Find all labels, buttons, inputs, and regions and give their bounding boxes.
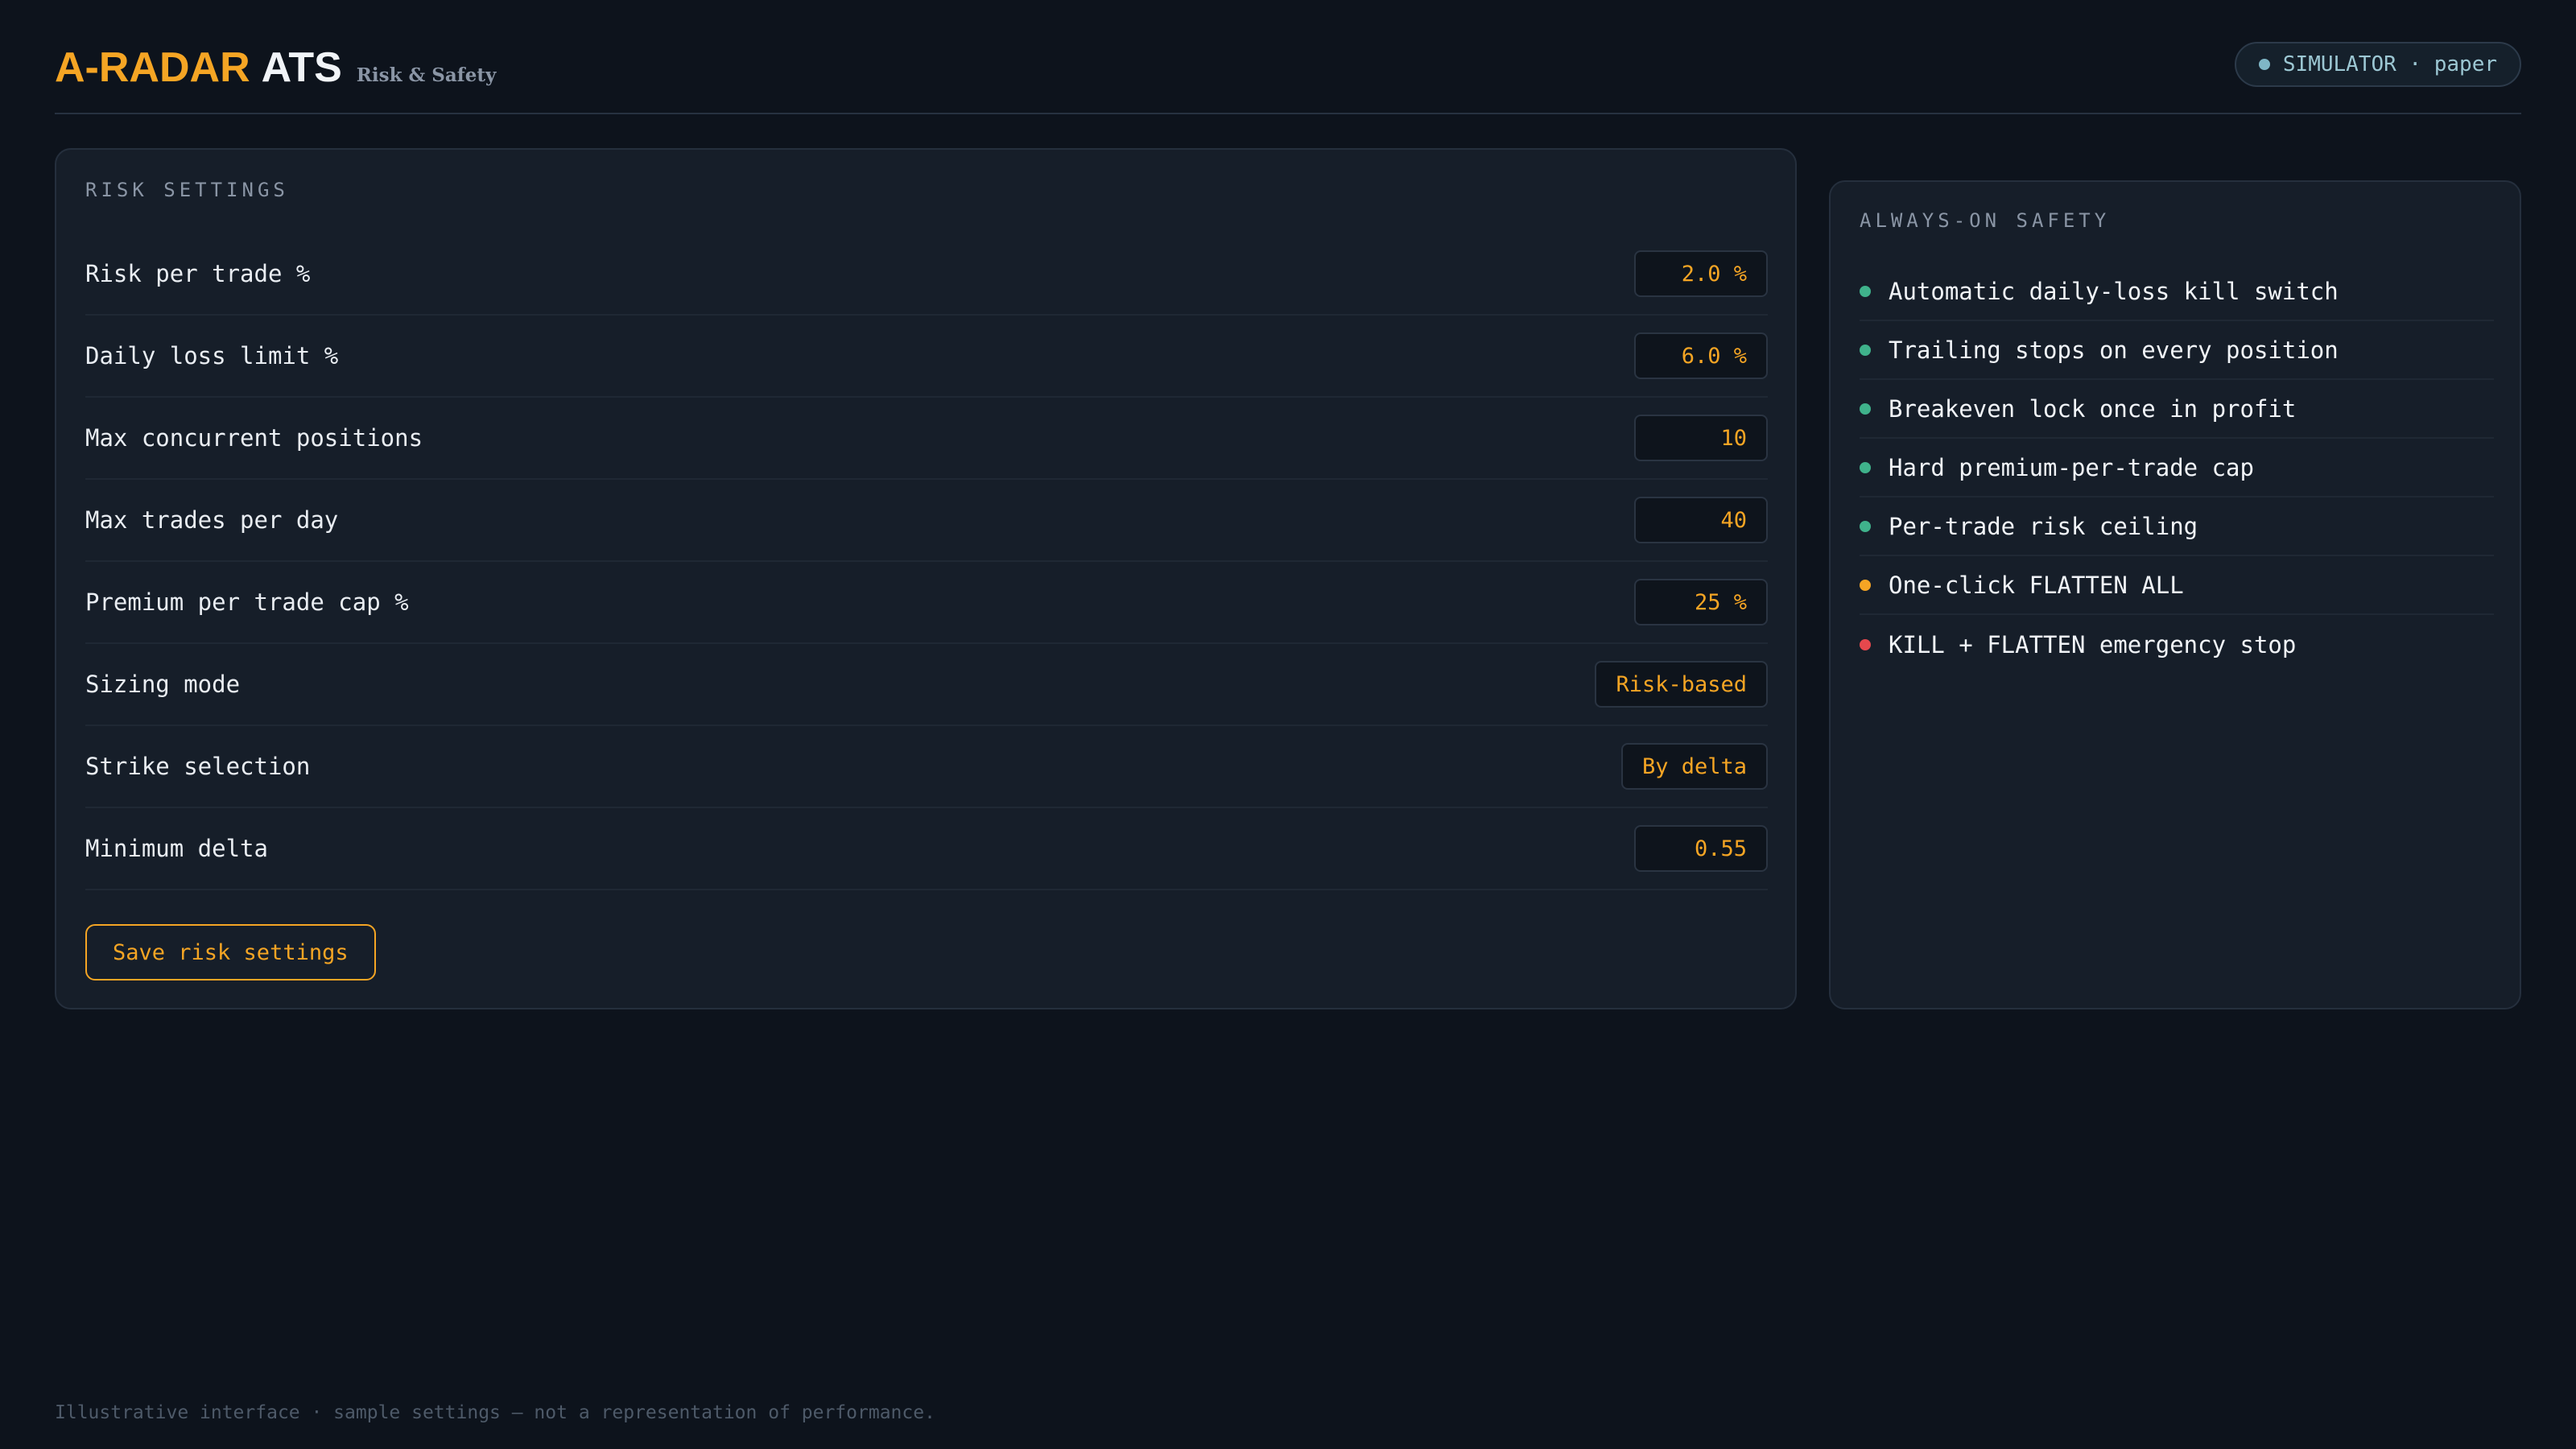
setting-label: Daily loss limit % — [85, 342, 339, 369]
setting-label: Max concurrent positions — [85, 424, 423, 452]
status-dot-icon — [1860, 344, 1871, 356]
safety-item-text: Per-trade risk ceiling — [1889, 512, 2198, 540]
sizing-mode-select[interactable]: Risk-based — [1595, 661, 1768, 708]
brand: A-RADAR ATS Risk & Safety — [55, 43, 496, 92]
status-dot-icon — [1860, 520, 1871, 532]
setting-label: Sizing mode — [85, 671, 241, 698]
mode-label: SIMULATOR · paper — [2282, 52, 2497, 76]
minimum-delta-input[interactable]: 0.55 — [1634, 825, 1768, 872]
setting-label: Premium per trade cap % — [85, 588, 409, 616]
list-item: KILL + FLATTEN emergency stop — [1860, 615, 2494, 674]
list-item: Hard premium-per-trade cap — [1860, 439, 2494, 497]
status-dot-icon — [1860, 579, 1871, 591]
setting-row-strike-selection: Strike selection By delta — [85, 726, 1768, 808]
safety-title: ALWAYS-ON SAFETY — [1860, 209, 2111, 232]
save-risk-settings-button[interactable]: Save risk settings — [85, 924, 376, 980]
safety-item-text: Automatic daily-loss kill switch — [1889, 277, 2339, 305]
list-item: One-click FLATTEN ALL — [1860, 556, 2494, 615]
footer-disclaimer: Illustrative interface · sample settings… — [55, 1402, 935, 1423]
setting-row-premium-cap: Premium per trade cap % 25 % — [85, 562, 1768, 644]
setting-label: Risk per trade % — [85, 260, 311, 287]
list-item: Trailing stops on every position — [1860, 321, 2494, 380]
always-on-safety-card: ALWAYS-ON SAFETY Automatic daily-loss ki… — [1829, 180, 2521, 1009]
setting-row-risk-per-trade: Risk per trade % 2.0 % — [85, 233, 1768, 316]
max-trades-per-day-input[interactable]: 40 — [1634, 497, 1768, 543]
status-dot-icon — [1860, 461, 1871, 473]
setting-row-minimum-delta: Minimum delta 0.55 — [85, 808, 1768, 890]
daily-loss-limit-input[interactable]: 6.0 % — [1634, 332, 1768, 379]
strike-selection-select[interactable]: By delta — [1620, 743, 1768, 790]
status-dot-icon — [1860, 285, 1871, 297]
premium-cap-input[interactable]: 25 % — [1634, 579, 1768, 625]
list-item: Per-trade risk ceiling — [1860, 497, 2494, 556]
safety-list: Automatic daily-loss kill switch Trailin… — [1860, 262, 2494, 674]
brand-name-secondary: ATS — [261, 44, 342, 91]
risk-per-trade-input[interactable]: 2.0 % — [1634, 250, 1768, 297]
list-item: Automatic daily-loss kill switch — [1860, 262, 2494, 321]
status-dot-icon — [1860, 402, 1871, 415]
max-concurrent-positions-input[interactable]: 10 — [1634, 415, 1768, 461]
list-item: Breakeven lock once in profit — [1860, 380, 2494, 439]
mode-badge: SIMULATOR · paper — [2234, 42, 2521, 87]
page-subtitle: Risk & Safety — [356, 64, 497, 86]
brand-name-primary: A-RADAR — [55, 44, 250, 91]
risk-settings-title: RISK SETTINGS — [85, 179, 289, 201]
risk-settings-card: RISK SETTINGS Risk per trade % 2.0 % Dai… — [55, 148, 1797, 1009]
setting-label: Max trades per day — [85, 506, 339, 534]
safety-item-text: Breakeven lock once in profit — [1889, 394, 2297, 423]
status-dot-icon — [2258, 59, 2270, 70]
setting-row-max-trades-per-day: Max trades per day 40 — [85, 480, 1768, 562]
setting-row-daily-loss-limit: Daily loss limit % 6.0 % — [85, 316, 1768, 398]
safety-item-text: Trailing stops on every position — [1889, 336, 2339, 364]
app-header: A-RADAR ATS Risk & Safety SIMULATOR · pa… — [55, 40, 2521, 114]
safety-item-text: KILL + FLATTEN emergency stop — [1889, 630, 2297, 658]
safety-item-text: Hard premium-per-trade cap — [1889, 453, 2254, 481]
setting-label: Strike selection — [85, 753, 311, 780]
setting-row-sizing-mode: Sizing mode Risk-based — [85, 644, 1768, 726]
risk-settings-list: Risk per trade % 2.0 % Daily loss limit … — [85, 233, 1768, 890]
setting-label: Minimum delta — [85, 835, 268, 862]
status-dot-icon — [1860, 638, 1871, 650]
safety-item-text: One-click FLATTEN ALL — [1889, 571, 2184, 599]
setting-row-max-concurrent-positions: Max concurrent positions 10 — [85, 398, 1768, 480]
